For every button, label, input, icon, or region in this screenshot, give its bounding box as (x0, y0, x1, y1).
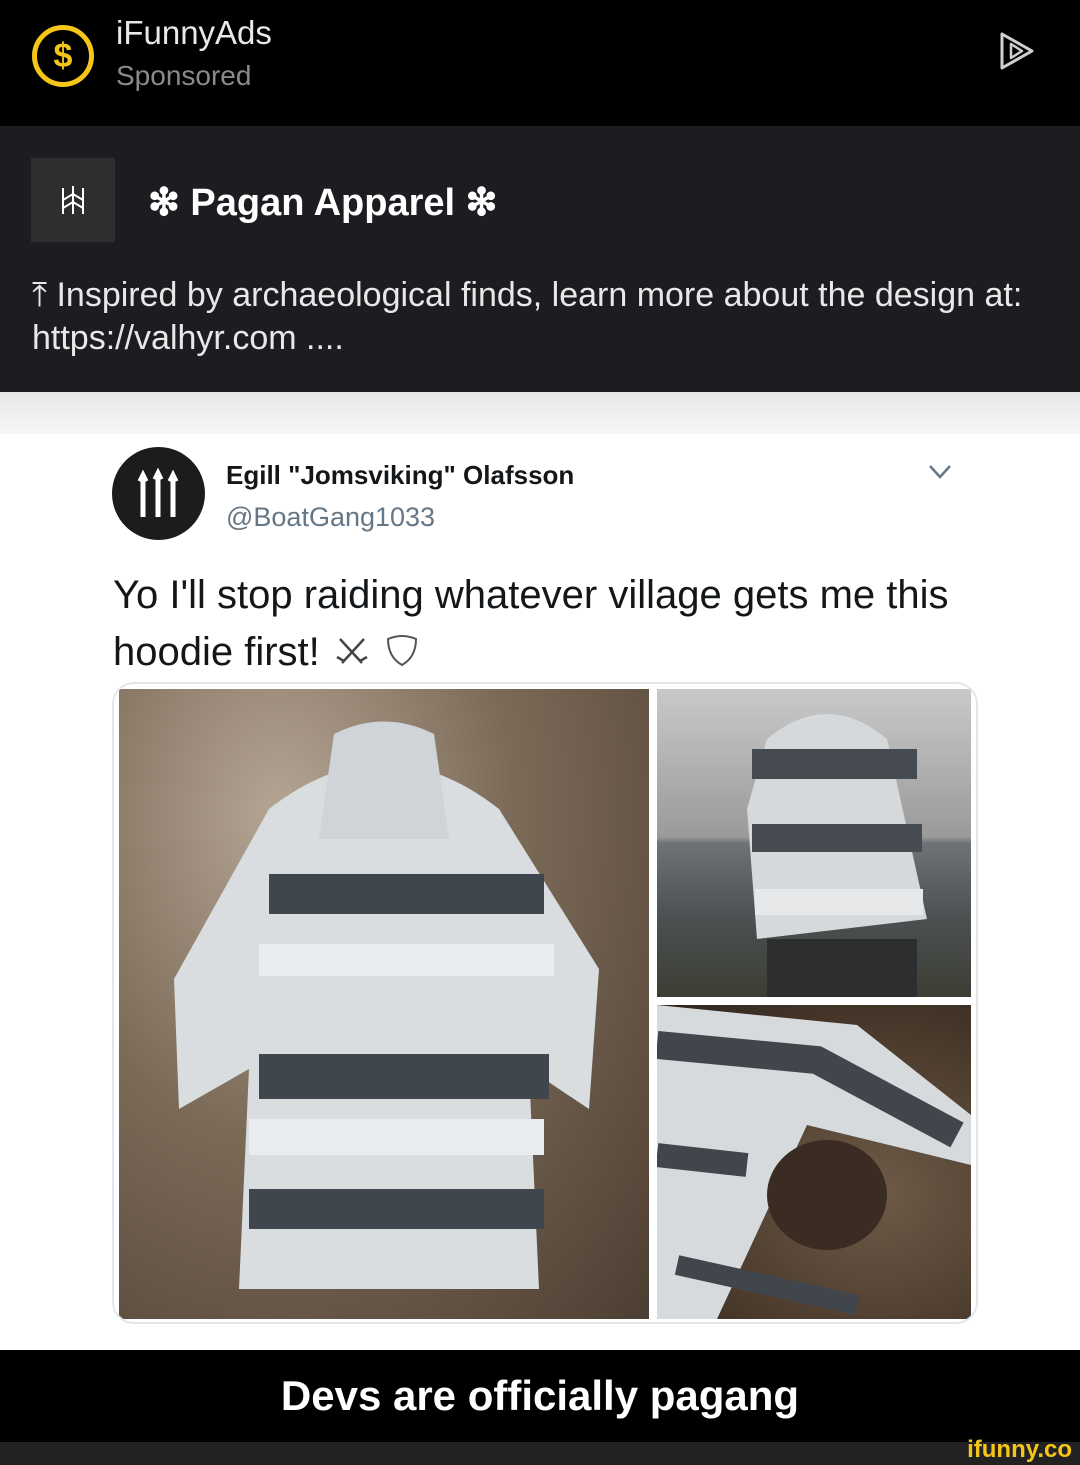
tweet-author-name: Egill "Jomsviking" Olafsson (226, 460, 575, 490)
tweet-body: Yo I'll stop raiding whatever village ge… (113, 573, 949, 674)
crossed-swords-icon (334, 626, 370, 683)
rune-logo-icon (62, 186, 84, 214)
tweet-text: Yo I'll stop raiding whatever village ge… (113, 567, 973, 683)
hoodie-photo-lakeside[interactable] (657, 689, 971, 997)
ad-title[interactable]: iFunnyAds (116, 14, 272, 52)
meme-image[interactable]: Egill "Jomsviking" Olafsson @BoatGang103… (0, 392, 1080, 1350)
tweet-author-handle: @BoatGang1033 (226, 502, 436, 532)
hoodie-photo-sleeve-closeup[interactable] (657, 1005, 971, 1319)
promoted-post[interactable]: ❇ Pagan Apparel ❇ ⤒ Inspired by archaeol… (0, 126, 1080, 392)
dollar-circle-icon[interactable]: $ (32, 25, 94, 87)
promo-title[interactable]: ❇ Pagan Apparel ❇ (148, 180, 497, 225)
pagan-apparel-logo[interactable] (31, 158, 115, 242)
promo-description: ⤒ Inspired by archaeological finds, lear… (32, 276, 1023, 357)
post-caption: Devs are officially pagang (0, 1350, 1080, 1442)
ad-header: $ iFunnyAds Sponsored (0, 0, 1080, 126)
footer-bar (0, 1442, 1080, 1465)
ad-choices-play-icon[interactable] (994, 28, 1040, 74)
tweet-photo-gallery (112, 682, 978, 1324)
shield-icon (384, 626, 420, 683)
ifunny-watermark: ifunny.co (967, 1436, 1072, 1463)
hoodie-photo-back-view[interactable] (119, 689, 649, 1319)
image-top-band (0, 392, 1080, 434)
ad-sponsored-label: Sponsored (116, 60, 252, 91)
chevron-down-icon (929, 465, 951, 479)
tweet-avatar (112, 447, 205, 540)
